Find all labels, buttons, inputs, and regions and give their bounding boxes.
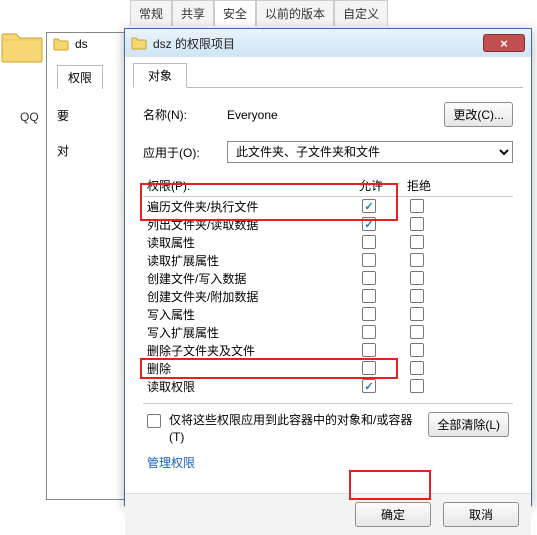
allow-checkbox[interactable] xyxy=(362,361,376,375)
permission-row: 写入扩展属性 xyxy=(143,323,513,341)
qq-label: QQ xyxy=(20,110,42,124)
permission-label: 读取扩展属性 xyxy=(147,252,345,269)
permission-label: 创建文件/写入数据 xyxy=(147,270,345,287)
change-button[interactable]: 更改(C)... xyxy=(444,102,513,127)
permission-row: 遍历文件夹/执行文件 xyxy=(143,197,513,215)
permission-label: 创建文件夹/附加数据 xyxy=(147,288,345,305)
clear-all-button[interactable]: 全部清除(L) xyxy=(428,412,509,437)
deny-checkbox[interactable] xyxy=(410,235,424,249)
bg-tab[interactable]: 以前的版本 xyxy=(256,0,334,26)
permission-label: 写入属性 xyxy=(147,306,345,323)
name-label: 名称(N): xyxy=(143,106,221,123)
manage-permissions-link[interactable]: 管理权限 xyxy=(143,446,199,479)
folder-icon xyxy=(53,37,69,51)
allow-checkbox[interactable] xyxy=(362,343,376,357)
permission-label: 写入扩展属性 xyxy=(147,324,345,341)
deny-checkbox[interactable] xyxy=(410,361,424,375)
titlebar[interactable]: dsz 的权限项目 × xyxy=(125,29,531,57)
permission-label: 列出文件夹/读取数据 xyxy=(147,216,345,233)
tab-object[interactable]: 对象 xyxy=(133,63,187,88)
permission-row: 删除 xyxy=(143,359,513,377)
allow-checkbox[interactable] xyxy=(362,289,376,303)
deny-checkbox[interactable] xyxy=(410,271,424,285)
close-button[interactable]: × xyxy=(483,34,525,52)
allow-checkbox[interactable] xyxy=(362,235,376,249)
deny-checkbox[interactable] xyxy=(410,379,424,393)
allow-checkbox[interactable] xyxy=(362,379,376,393)
apply-only-label: 仅将这些权限应用到此容器中的对象和/或容器(T) xyxy=(169,412,420,446)
close-icon: × xyxy=(500,37,508,50)
apply-to-label: 应用于(O): xyxy=(143,144,221,161)
permission-row: 创建文件夹/附加数据 xyxy=(143,287,513,305)
cancel-button[interactable]: 取消 xyxy=(443,502,519,527)
deny-header: 拒绝 xyxy=(395,177,443,194)
deny-checkbox[interactable] xyxy=(410,199,424,213)
permission-entry-dialog: dsz 的权限项目 × 对象 名称(N): Everyone 更改(C)... … xyxy=(124,28,532,506)
allow-checkbox[interactable] xyxy=(362,253,376,267)
permission-row: 读取属性 xyxy=(143,233,513,251)
bg-window-tab[interactable]: 权限 xyxy=(57,65,103,89)
permission-row: 列出文件夹/读取数据 xyxy=(143,215,513,233)
bg-tab[interactable]: 安全 xyxy=(214,0,256,26)
ok-button[interactable]: 确定 xyxy=(355,502,431,527)
permission-row: 写入属性 xyxy=(143,305,513,323)
permission-row: 删除子文件夹及文件 xyxy=(143,341,513,359)
permissions-label: 权限(P): xyxy=(147,177,347,194)
bg-tab[interactable]: 常规 xyxy=(130,0,172,26)
permission-label: 删除 xyxy=(147,360,345,377)
permission-label: 读取属性 xyxy=(147,234,345,251)
allow-checkbox[interactable] xyxy=(362,217,376,231)
name-value: Everyone xyxy=(227,108,438,122)
permissions-list: 遍历文件夹/执行文件列出文件夹/读取数据读取属性读取扩展属性创建文件/写入数据创… xyxy=(143,196,513,404)
permission-row: 创建文件/写入数据 xyxy=(143,269,513,287)
permission-label: 删除子文件夹及文件 xyxy=(147,342,345,359)
apply-only-checkbox[interactable] xyxy=(147,414,161,428)
allow-checkbox[interactable] xyxy=(362,325,376,339)
deny-checkbox[interactable] xyxy=(410,307,424,321)
allow-checkbox[interactable] xyxy=(362,271,376,285)
deny-checkbox[interactable] xyxy=(410,289,424,303)
permission-row: 读取权限 xyxy=(143,377,513,395)
deny-checkbox[interactable] xyxy=(410,325,424,339)
deny-checkbox[interactable] xyxy=(410,253,424,267)
permission-row: 读取扩展属性 xyxy=(143,251,513,269)
dialog-title: dsz 的权限项目 xyxy=(153,35,483,52)
permission-label: 读取权限 xyxy=(147,378,345,395)
bg-tab[interactable]: 自定义 xyxy=(334,0,388,26)
background-tabs: 常规共享安全以前的版本自定义 xyxy=(130,0,388,26)
permission-label: 遍历文件夹/执行文件 xyxy=(147,198,345,215)
deny-checkbox[interactable] xyxy=(410,343,424,357)
allow-checkbox[interactable] xyxy=(362,307,376,321)
folder-icon xyxy=(131,36,147,50)
bg-window-title: ds xyxy=(75,37,88,51)
apply-to-select[interactable]: 此文件夹、子文件夹和文件 xyxy=(227,141,513,163)
deny-checkbox[interactable] xyxy=(410,217,424,231)
bg-tab[interactable]: 共享 xyxy=(172,0,214,26)
folder-icon xyxy=(0,28,44,64)
allow-header: 允许 xyxy=(347,177,395,194)
tab-strip: 对象 xyxy=(133,63,523,88)
allow-checkbox[interactable] xyxy=(362,199,376,213)
